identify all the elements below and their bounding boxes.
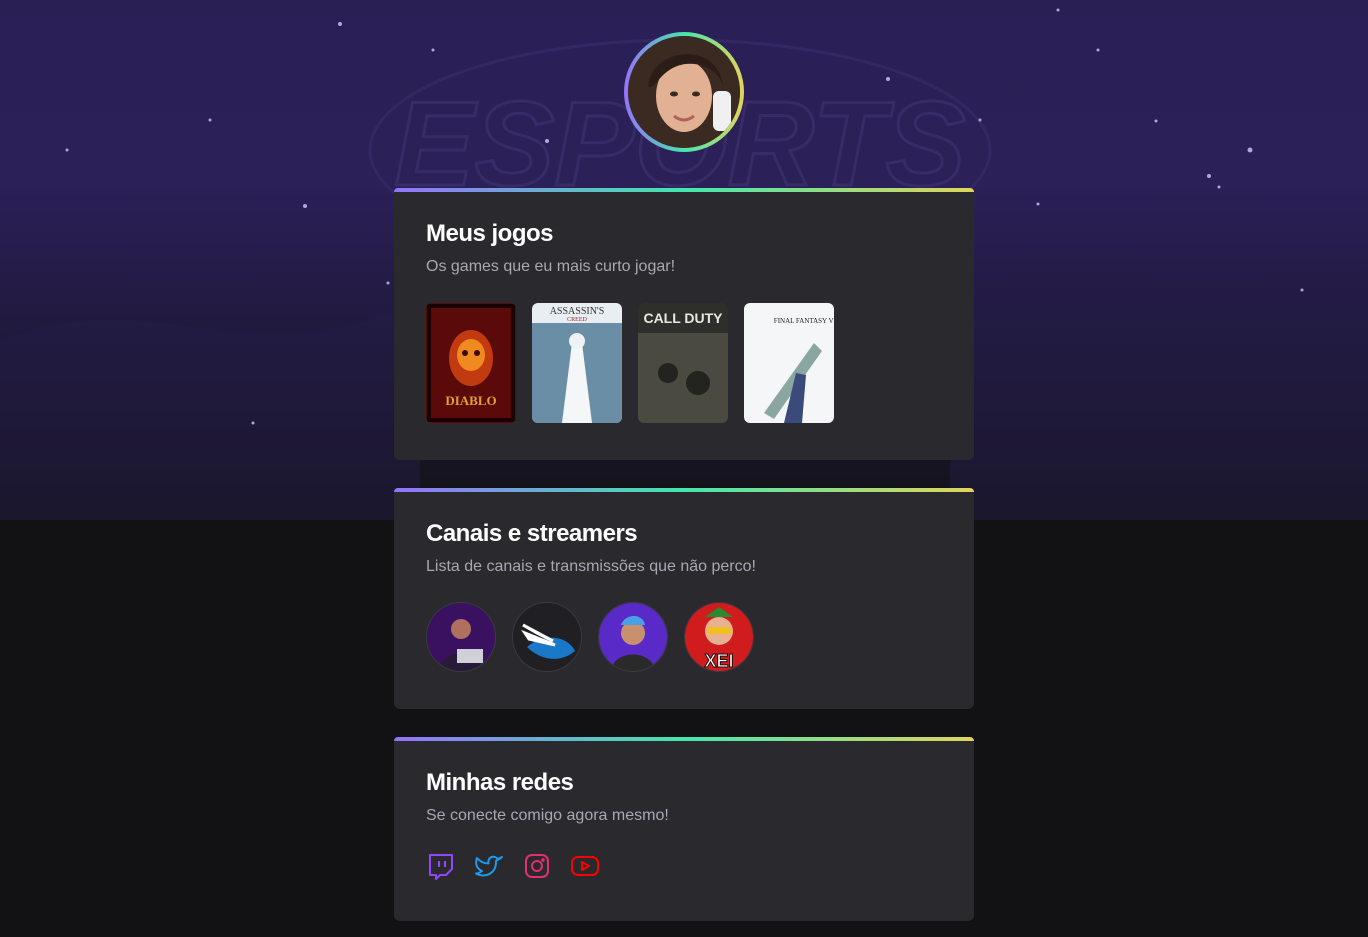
games-list: DIABLO ASSASSIN'S CREED CALL DUTY FINAL … [426,303,942,423]
twitch-icon[interactable] [426,851,456,881]
games-card: Meus jogos Os games que eu mais curto jo… [394,188,974,460]
streamer-4-avatar[interactable]: XEI [684,602,754,672]
svg-text:XEI: XEI [704,651,733,671]
streamers-card-title: Canais e streamers [426,520,638,547]
game-cover-assassins-creed[interactable]: ASSASSIN'S CREED [532,303,622,423]
game-cover-call-of-duty[interactable]: CALL DUTY [638,303,728,423]
profile-avatar [624,32,744,152]
svg-text:CALL DUTY: CALL DUTY [643,310,723,326]
instagram-icon[interactable] [522,851,552,881]
streamer-1-avatar[interactable] [426,602,496,672]
twitter-icon[interactable] [474,851,504,881]
svg-text:FINAL FANTASY VII: FINAL FANTASY VII [774,317,834,325]
streamers-card-subtitle: Lista de canais e transmissões que não p… [426,558,756,575]
svg-text:ASSASSIN'S: ASSASSIN'S [550,306,605,317]
user-photo-icon [628,36,740,148]
svg-text:DIABLO: DIABLO [445,393,496,408]
social-card: Minhas redes Se conecte comigo agora mes… [394,737,974,921]
social-links [426,851,942,881]
svg-text:CREED: CREED [567,317,587,323]
game-cover-diablo[interactable]: DIABLO [426,303,516,423]
social-card-title: Minhas redes [426,769,574,796]
streamer-3-avatar[interactable] [598,602,668,672]
streamer-2-avatar[interactable] [512,602,582,672]
games-card-subtitle: Os games que eu mais curto jogar! [426,258,676,275]
games-card-title: Meus jogos [426,220,554,247]
game-cover-final-fantasy[interactable]: FINAL FANTASY VII [744,303,834,423]
youtube-icon[interactable] [570,851,600,881]
social-card-subtitle: Se conecte comigo agora mesmo! [426,807,669,824]
streamers-card: Canais e streamers Lista de canais e tra… [394,488,974,709]
streamers-list: XEI [426,602,942,672]
